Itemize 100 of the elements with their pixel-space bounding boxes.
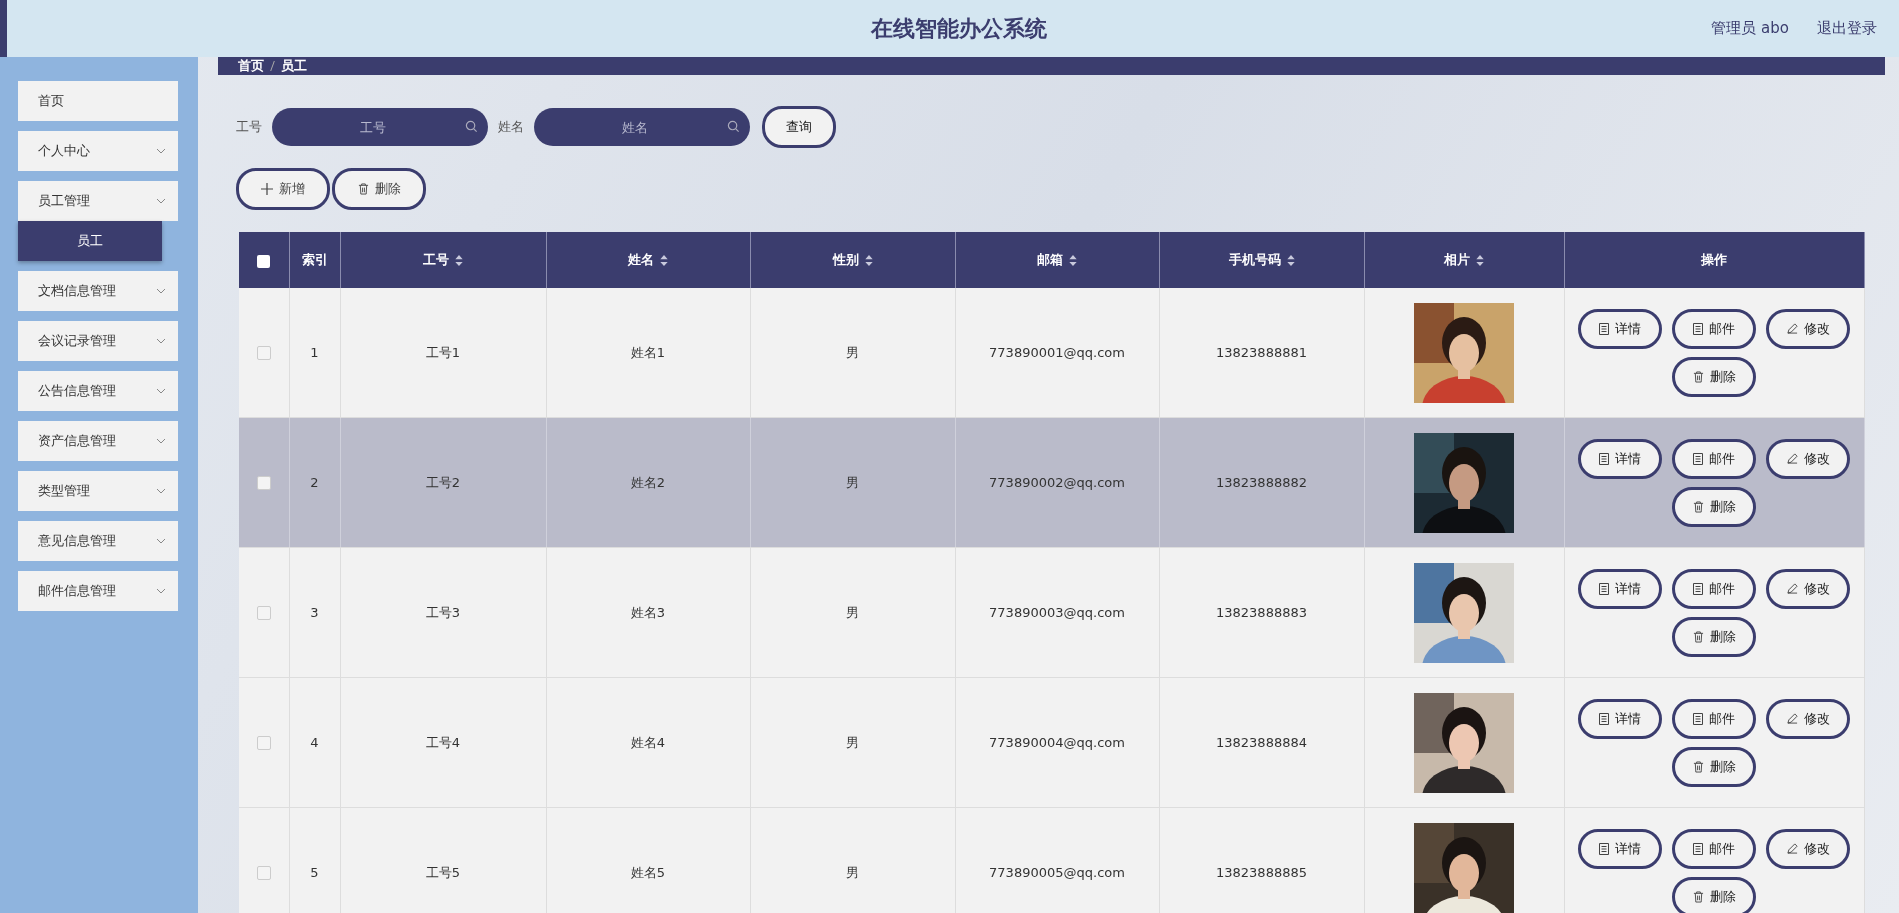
breadcrumb-item[interactable]: 首页 xyxy=(238,57,264,75)
table-cell: 773890003@qq.com xyxy=(955,547,1159,678)
sort-icon xyxy=(1476,254,1484,266)
pencil-icon xyxy=(1786,453,1798,464)
chevron-icon xyxy=(156,488,166,494)
edit-button[interactable]: 修改 xyxy=(1766,308,1851,349)
menu-item[interactable]: 公告信息管理 xyxy=(18,371,178,411)
edit-button[interactable]: 修改 xyxy=(1766,568,1851,609)
chevron-icon xyxy=(156,438,166,444)
trash-icon xyxy=(1692,890,1704,903)
action-button[interactable]: 邮件 xyxy=(1672,308,1757,349)
row-checkbox[interactable] xyxy=(256,736,271,751)
table-cell: 姓名1 xyxy=(546,288,750,418)
action-button[interactable]: 详情 xyxy=(1578,308,1663,349)
sort-icon xyxy=(1069,254,1077,266)
action-button[interactable]: 邮件 xyxy=(1672,568,1757,609)
trash-icon xyxy=(1692,370,1704,383)
table-row[interactable]: 4 工号4 姓名4 男 773890004@qq.com 13823888884 详情 邮件 修改 删除 xyxy=(239,677,1865,808)
table-cell: 13823888881 xyxy=(1159,288,1364,418)
table-cell: 773890004@qq.com xyxy=(955,677,1159,808)
logout-link[interactable]: 退出登录 xyxy=(1817,19,1877,38)
document-icon xyxy=(1599,322,1610,335)
row-checkbox[interactable] xyxy=(256,476,271,491)
edit-button[interactable]: 修改 xyxy=(1766,438,1851,479)
chevron-icon xyxy=(156,148,166,154)
delete-button[interactable]: 删除 xyxy=(332,168,426,210)
menu-item[interactable]: 邮件信息管理 xyxy=(18,571,178,611)
delete-button[interactable]: 删除 xyxy=(1672,486,1757,527)
select-all-checkbox[interactable] xyxy=(257,254,271,268)
pencil-icon xyxy=(1786,843,1798,854)
query-button[interactable]: 查询 xyxy=(762,106,836,148)
row-checkbox[interactable] xyxy=(256,606,271,621)
trash-icon xyxy=(1692,500,1704,513)
row-checkbox[interactable] xyxy=(256,866,271,881)
document-icon xyxy=(1599,582,1610,595)
table-cell: 男 xyxy=(750,417,955,548)
menu-item[interactable]: 资产信息管理 xyxy=(18,421,178,461)
pencil-icon xyxy=(1786,583,1798,594)
menu-item[interactable]: 会议记录管理 xyxy=(18,321,178,361)
plus-icon xyxy=(261,183,273,195)
table-cell: 工号1 xyxy=(340,288,546,418)
column-header[interactable]: 手机号码 xyxy=(1159,232,1364,288)
menu-item[interactable]: 员工管理 xyxy=(18,181,178,221)
document-icon xyxy=(1693,452,1704,465)
trash-icon xyxy=(1692,760,1704,773)
menu-item[interactable]: 意见信息管理 xyxy=(18,521,178,561)
table-cell: 男 xyxy=(750,807,955,913)
search-field[interactable]: 姓名 xyxy=(534,108,750,146)
sort-icon xyxy=(864,254,873,266)
document-icon xyxy=(1693,322,1704,335)
document-icon xyxy=(1693,712,1704,725)
edit-button[interactable]: 修改 xyxy=(1766,698,1851,739)
table-cell: 工号4 xyxy=(340,677,546,808)
row-checkbox[interactable] xyxy=(256,346,271,361)
table-cell: 13823888884 xyxy=(1159,677,1364,808)
pencil-icon xyxy=(1786,323,1798,334)
table-cell: 姓名5 xyxy=(546,807,750,913)
column-header[interactable]: 姓名 xyxy=(546,232,750,288)
table-row[interactable]: 2 工号2 姓名2 男 773890002@qq.com 13823888882 详情 邮件 修改 删除 xyxy=(239,417,1865,548)
action-button[interactable]: 详情 xyxy=(1578,828,1663,869)
table-cell: 工号5 xyxy=(340,807,546,913)
delete-button[interactable]: 删除 xyxy=(1672,746,1757,787)
action-button[interactable]: 邮件 xyxy=(1672,698,1757,739)
add-button[interactable]: 新增 xyxy=(236,168,330,210)
column-header[interactable]: 性别 xyxy=(750,232,955,288)
action-button[interactable]: 邮件 xyxy=(1672,828,1757,869)
delete-button[interactable]: 删除 xyxy=(1672,356,1757,397)
table-cell: 13823888885 xyxy=(1159,807,1364,913)
breadcrumb-item[interactable]: 员工 xyxy=(281,57,307,75)
table-cell: 773890002@qq.com xyxy=(955,417,1159,548)
action-button[interactable]: 详情 xyxy=(1578,698,1663,739)
document-icon xyxy=(1599,842,1610,855)
chevron-icon xyxy=(156,538,166,544)
document-icon xyxy=(1599,452,1610,465)
table-row[interactable]: 3 工号3 姓名3 男 773890003@qq.com 13823888883 详情 邮件 修改 删除 xyxy=(239,547,1865,678)
sort-icon xyxy=(660,254,668,266)
delete-button[interactable]: 删除 xyxy=(1672,616,1757,657)
chevron-icon xyxy=(156,198,166,204)
column-header[interactable]: 邮箱 xyxy=(955,232,1159,288)
menu-item[interactable]: 文档信息管理 xyxy=(18,271,178,311)
column-header[interactable]: 工号 xyxy=(340,232,546,288)
delete-button[interactable]: 删除 xyxy=(1672,876,1757,913)
menu-item[interactable]: 类型管理 xyxy=(18,471,178,511)
menu-item[interactable]: 首页 xyxy=(18,81,178,121)
menu-item[interactable]: 个人中心 xyxy=(18,131,178,171)
edit-button[interactable]: 修改 xyxy=(1766,828,1851,869)
table-cell: 男 xyxy=(750,547,955,678)
trash-icon xyxy=(357,183,369,195)
document-icon xyxy=(1693,842,1704,855)
action-button[interactable]: 详情 xyxy=(1578,438,1663,479)
table-row[interactable]: 5 工号5 姓名5 男 773890005@qq.com 13823888885 详情 邮件 修改 删除 xyxy=(239,807,1865,913)
action-button[interactable]: 详情 xyxy=(1578,568,1663,609)
table-cell: 4 xyxy=(289,677,340,808)
search-field[interactable]: 工号 xyxy=(272,108,488,146)
table-cell: 姓名2 xyxy=(546,417,750,548)
column-header[interactable]: 相片 xyxy=(1364,232,1564,288)
pencil-icon xyxy=(1786,713,1798,724)
table-cell: 13823888882 xyxy=(1159,417,1364,548)
submenu-item[interactable]: 员工 xyxy=(18,221,162,261)
action-button[interactable]: 邮件 xyxy=(1672,438,1757,479)
